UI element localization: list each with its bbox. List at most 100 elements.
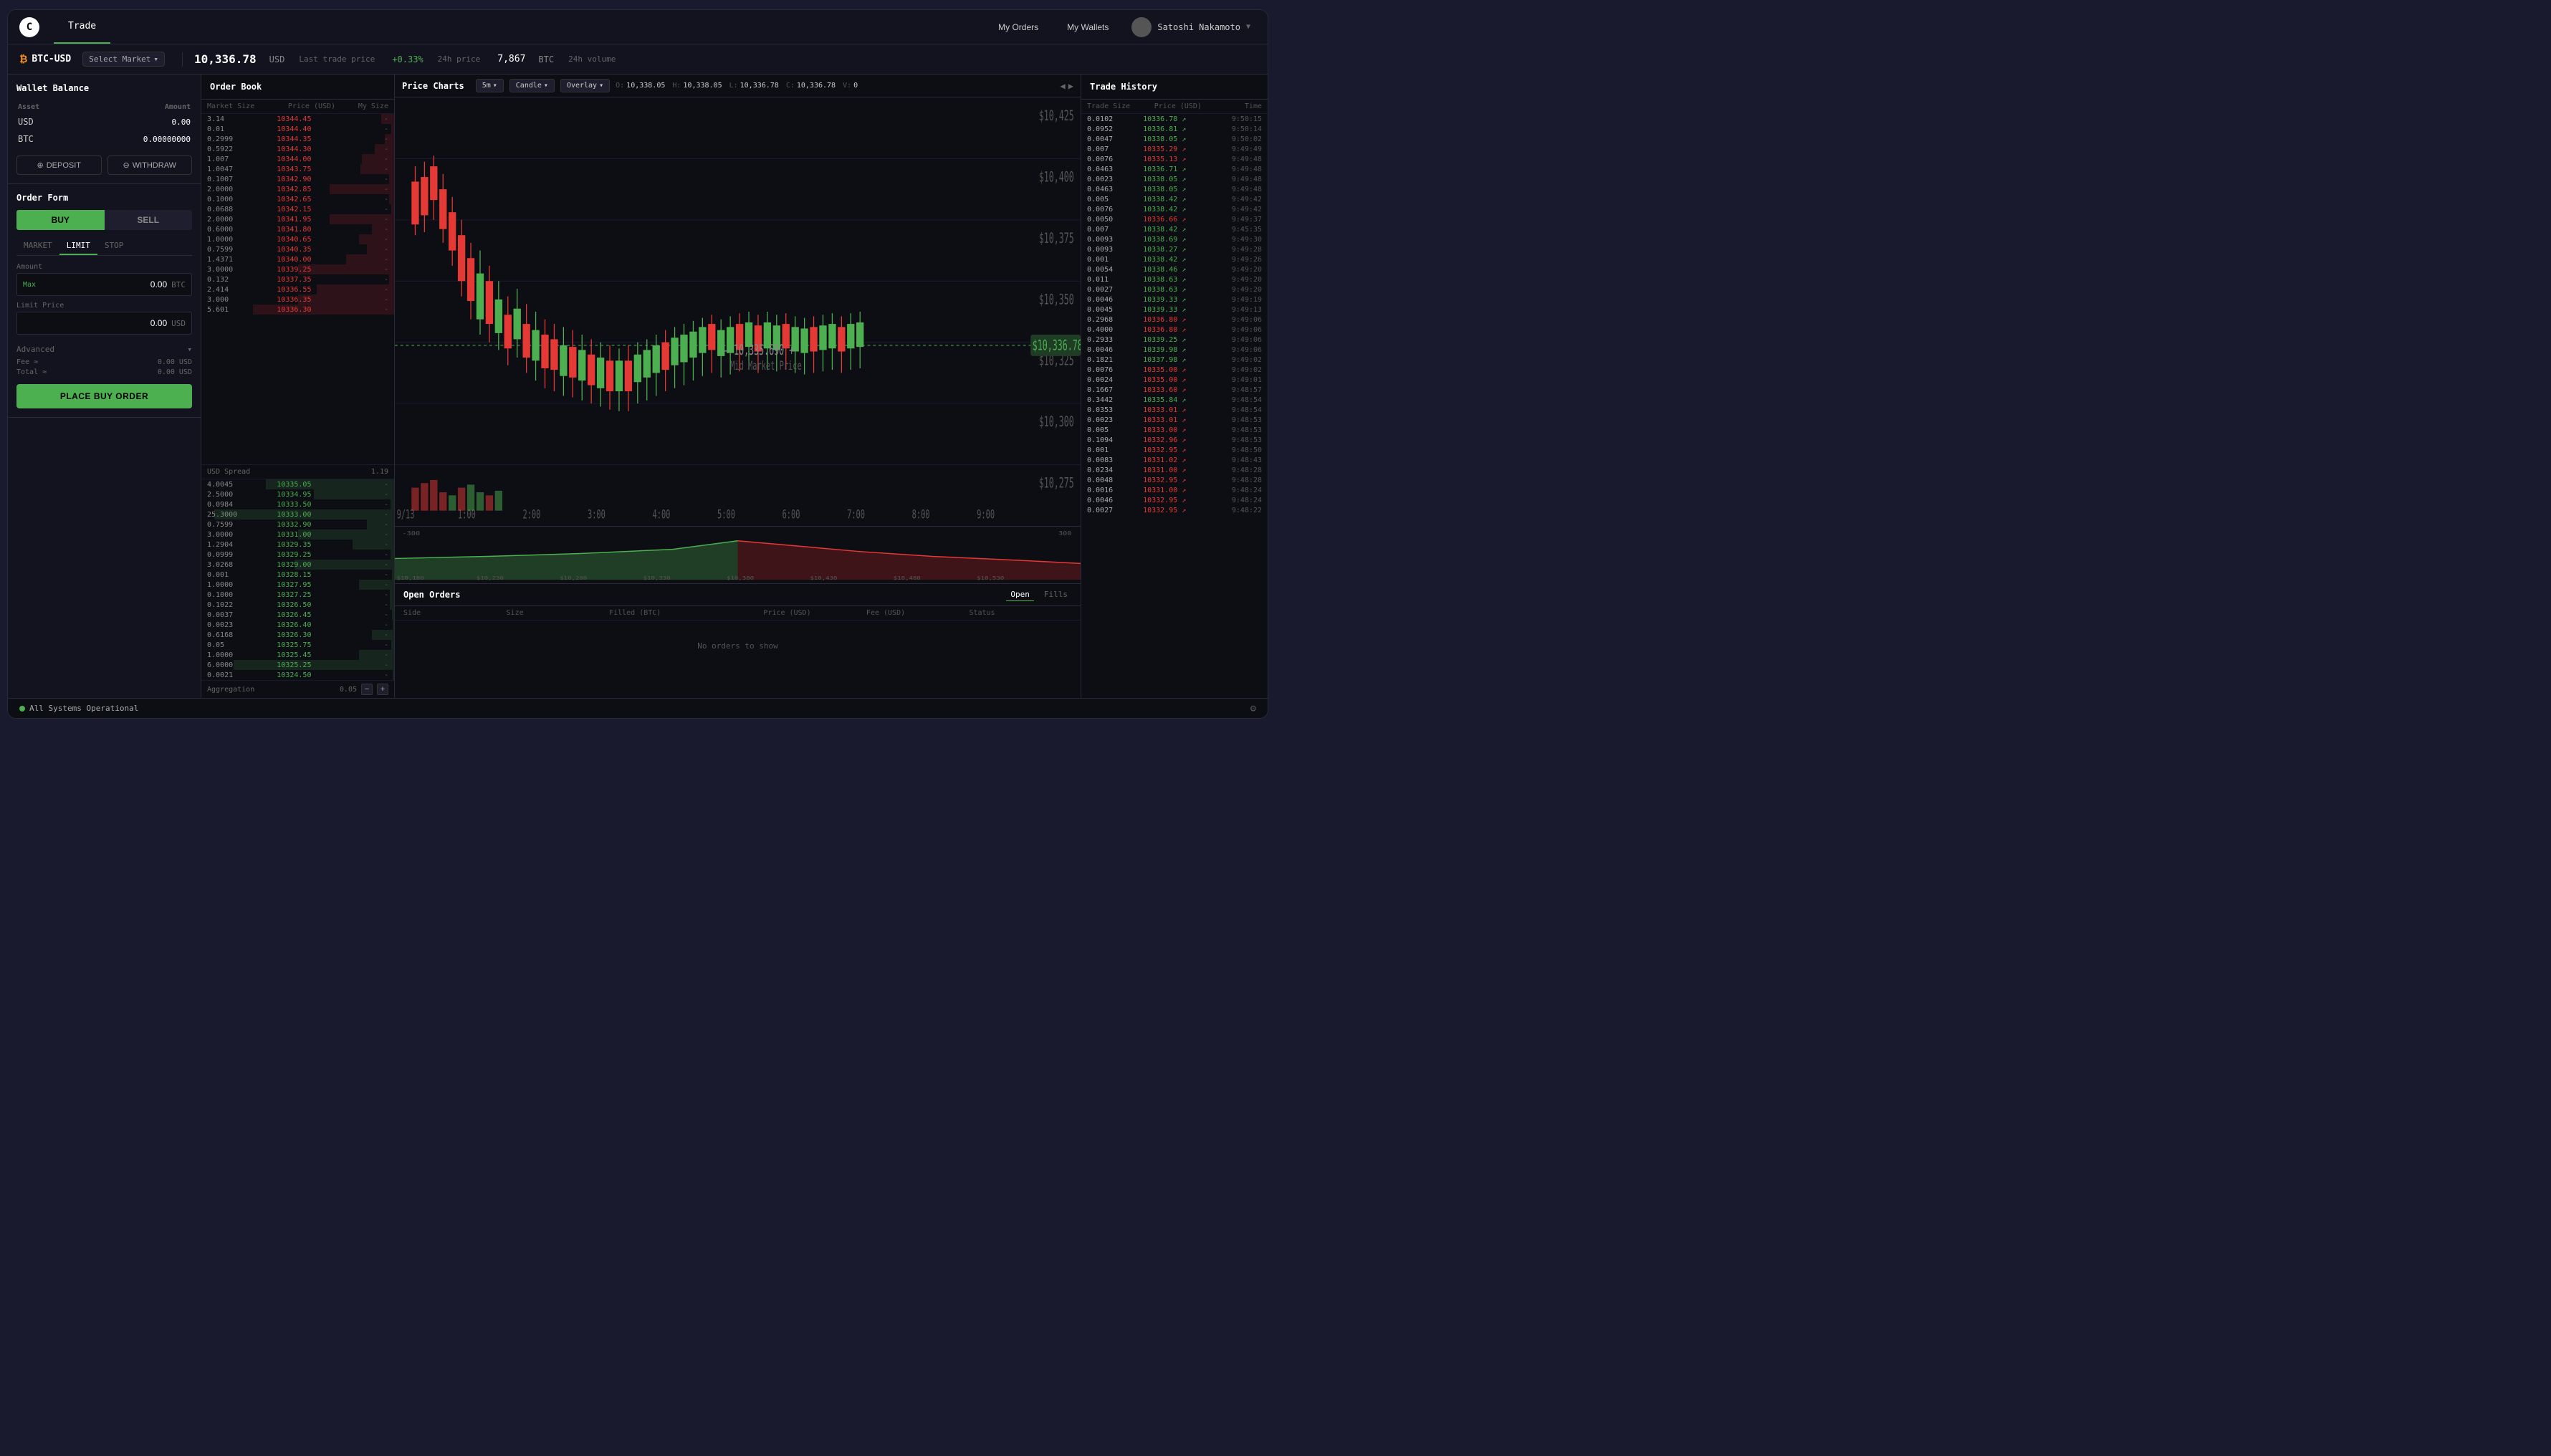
oo-col-fee: Fee (USD) bbox=[866, 609, 970, 617]
order-book-bid-row[interactable]: 0.003710326.45- bbox=[201, 610, 394, 620]
chart-nav-next[interactable]: ▶ bbox=[1068, 81, 1073, 91]
agg-decrease-button[interactable]: − bbox=[361, 684, 373, 695]
order-book-bid-row[interactable]: 0.002310326.40- bbox=[201, 620, 394, 630]
order-book-bid-row[interactable]: 0.0510325.75- bbox=[201, 640, 394, 650]
volume: 7,867 bbox=[497, 54, 525, 64]
open-orders-panel: Open Orders Open Fills Side Size Filled … bbox=[395, 583, 1081, 698]
order-book-bid-row[interactable]: 1.000010327.95- bbox=[201, 580, 394, 590]
order-book-ask-row[interactable]: 0.100710342.90- bbox=[201, 174, 394, 184]
agg-increase-button[interactable]: + bbox=[377, 684, 388, 695]
my-wallets-button[interactable]: My Wallets bbox=[1056, 18, 1120, 37]
wallet-section: Wallet Balance Asset Amount USD 0.00 bbox=[8, 75, 201, 184]
order-book-ask-row[interactable]: 2.41410336.55- bbox=[201, 284, 394, 294]
order-book-bid-row[interactable]: 0.002110324.50- bbox=[201, 670, 394, 680]
timeframe-selector[interactable]: 5m ▾ bbox=[476, 79, 504, 92]
trade-history-row: 0.00110332.95 ↗9:48:50 bbox=[1081, 445, 1268, 455]
order-book-bid-row[interactable]: 0.099910329.25- bbox=[201, 550, 394, 560]
order-book-bid-row[interactable]: 0.00110328.15- bbox=[201, 570, 394, 580]
limit-price-label: Limit Price bbox=[16, 302, 192, 310]
limit-price-input[interactable] bbox=[23, 318, 167, 328]
overlay-selector[interactable]: Overlay ▾ bbox=[560, 79, 610, 92]
user-area[interactable]: Satoshi Nakamoto ▼ bbox=[1126, 17, 1256, 37]
trade-history-row: 0.004810332.95 ↗9:48:28 bbox=[1081, 475, 1268, 485]
app-logo: C bbox=[19, 17, 39, 37]
sell-tab[interactable]: SELL bbox=[105, 210, 193, 230]
order-book-ask-row[interactable]: 0.592210344.30- bbox=[201, 144, 394, 154]
oo-tab-open[interactable]: Open bbox=[1006, 588, 1034, 601]
chart-header: Price Charts 5m ▾ Candle ▾ Overlay ▾ O: … bbox=[395, 75, 1081, 97]
order-book-ask-row[interactable]: 1.000010340.65- bbox=[201, 234, 394, 244]
order-book-bid-row[interactable]: 1.290410329.35- bbox=[201, 540, 394, 550]
trade-history-row: 0.004610339.98 ↗9:49:06 bbox=[1081, 345, 1268, 355]
chart-panel: Price Charts 5m ▾ Candle ▾ Overlay ▾ O: … bbox=[395, 75, 1081, 698]
buy-tab[interactable]: BUY bbox=[16, 210, 105, 230]
stop-tab[interactable]: STOP bbox=[97, 237, 131, 255]
limit-tab[interactable]: LIMIT bbox=[59, 237, 97, 255]
order-book-bid-row[interactable]: 3.000010331.00- bbox=[201, 530, 394, 540]
amount-input[interactable] bbox=[36, 279, 167, 289]
place-order-button[interactable]: PLACE BUY ORDER bbox=[16, 384, 192, 408]
order-book-bid-row[interactable]: 0.100010327.25- bbox=[201, 590, 394, 600]
svg-text:$10,275: $10,275 bbox=[1039, 474, 1074, 491]
advanced-toggle[interactable]: Advanced ▾ bbox=[16, 340, 192, 358]
order-book-ask-row[interactable]: 1.004710343.75- bbox=[201, 164, 394, 174]
order-book-ask-row[interactable]: 0.068810342.15- bbox=[201, 204, 394, 214]
th-headers: Trade Size Price (USD) Time bbox=[1081, 100, 1268, 114]
order-book-bid-row[interactable]: 3.026810329.00- bbox=[201, 560, 394, 570]
total-row: Total ≈ 0.00 USD bbox=[16, 368, 192, 376]
btc-icon: ₿ bbox=[19, 53, 27, 65]
svg-text:7:00: 7:00 bbox=[847, 508, 865, 522]
order-book-ask-row[interactable]: 3.1410344.45- bbox=[201, 114, 394, 124]
buy-sell-tabs: BUY SELL bbox=[16, 210, 192, 230]
wallet-asset-btc: BTC bbox=[18, 131, 72, 147]
chart-type-selector[interactable]: Candle ▾ bbox=[509, 79, 555, 92]
order-book-ask-row[interactable]: 5.60110336.30- bbox=[201, 305, 394, 315]
order-book-bid-row[interactable]: 25.300010333.00- bbox=[201, 509, 394, 519]
order-book-bid-row[interactable]: 0.102210326.50- bbox=[201, 600, 394, 610]
chart-body[interactable]: $10,425 $10,400 $10,375 $10,350 $10,336.… bbox=[395, 97, 1081, 526]
select-market-button[interactable]: Select Market ▾ bbox=[82, 52, 165, 67]
order-book-ask-row[interactable]: 1.437110340.00- bbox=[201, 254, 394, 264]
oo-tab-fills[interactable]: Fills bbox=[1040, 588, 1072, 601]
max-link[interactable]: Max bbox=[23, 281, 36, 289]
spread-label: USD Spread bbox=[207, 468, 250, 476]
svg-text:$10,336.78: $10,336.78 bbox=[1033, 337, 1081, 353]
order-book-ask-row[interactable]: 0.299910344.35- bbox=[201, 134, 394, 144]
trade-history-row: 0.007610335.00 ↗9:49:02 bbox=[1081, 365, 1268, 375]
trade-history-row: 0.007610338.42 ↗9:49:42 bbox=[1081, 204, 1268, 214]
order-book-ask-row[interactable]: 0.0110344.40- bbox=[201, 124, 394, 134]
order-book-ask-row[interactable]: 0.13210337.35- bbox=[201, 274, 394, 284]
oo-header: Open Orders Open Fills bbox=[395, 584, 1081, 606]
withdraw-button[interactable]: ⊖ WITHDRAW bbox=[107, 155, 193, 175]
order-book-bid-row[interactable]: 0.616810326.30- bbox=[201, 630, 394, 640]
order-book-bid-row[interactable]: 1.000010325.45- bbox=[201, 650, 394, 660]
trade-history-row: 0.296810336.80 ↗9:49:06 bbox=[1081, 315, 1268, 325]
nav-right: My Orders My Wallets Satoshi Nakamoto ▼ bbox=[987, 17, 1256, 37]
order-book-ask-row[interactable]: 3.000010339.25- bbox=[201, 264, 394, 274]
ob-col-price: Price (USD) bbox=[277, 102, 346, 110]
settings-icon[interactable]: ⚙ bbox=[1250, 703, 1256, 714]
svg-text:-300: -300 bbox=[402, 530, 420, 537]
order-book-bid-row[interactable]: 6.000010325.25- bbox=[201, 660, 394, 670]
order-book-ask-row[interactable]: 3.00010336.35- bbox=[201, 294, 394, 305]
trade-history-row: 0.004610332.95 ↗9:48:24 bbox=[1081, 495, 1268, 505]
market-tab[interactable]: MARKET bbox=[16, 237, 59, 255]
order-book-bid-row[interactable]: 0.098410333.50- bbox=[201, 499, 394, 509]
order-book-ask-row[interactable]: 0.100010342.65- bbox=[201, 194, 394, 204]
order-form-title: Order Form bbox=[16, 193, 192, 203]
order-book-bid-row[interactable]: 0.759910332.90- bbox=[201, 519, 394, 530]
tab-trade[interactable]: Trade bbox=[54, 10, 110, 44]
depth-chart: -300 300 $10,180 $10,230 $10,280 $10,330… bbox=[395, 526, 1081, 583]
my-orders-button[interactable]: My Orders bbox=[987, 18, 1050, 37]
deposit-button[interactable]: ⊕ DEPOSIT bbox=[16, 155, 102, 175]
order-book-bid-row[interactable]: 2.500010334.95- bbox=[201, 489, 394, 499]
order-book-ask-row[interactable]: 1.00710344.00- bbox=[201, 154, 394, 164]
order-book-bid-row[interactable]: 4.004510335.05- bbox=[201, 479, 394, 489]
order-book-ask-row[interactable]: 2.000010341.95- bbox=[201, 214, 394, 224]
total-label: Total ≈ bbox=[16, 368, 47, 376]
order-book-ask-row[interactable]: 0.759910340.35- bbox=[201, 244, 394, 254]
trade-history-row: 0.01110338.63 ↗9:49:20 bbox=[1081, 274, 1268, 284]
order-book-ask-row[interactable]: 0.600010341.80- bbox=[201, 224, 394, 234]
order-book-ask-row[interactable]: 2.000010342.85- bbox=[201, 184, 394, 194]
chart-nav-prev[interactable]: ◀ bbox=[1061, 81, 1066, 91]
